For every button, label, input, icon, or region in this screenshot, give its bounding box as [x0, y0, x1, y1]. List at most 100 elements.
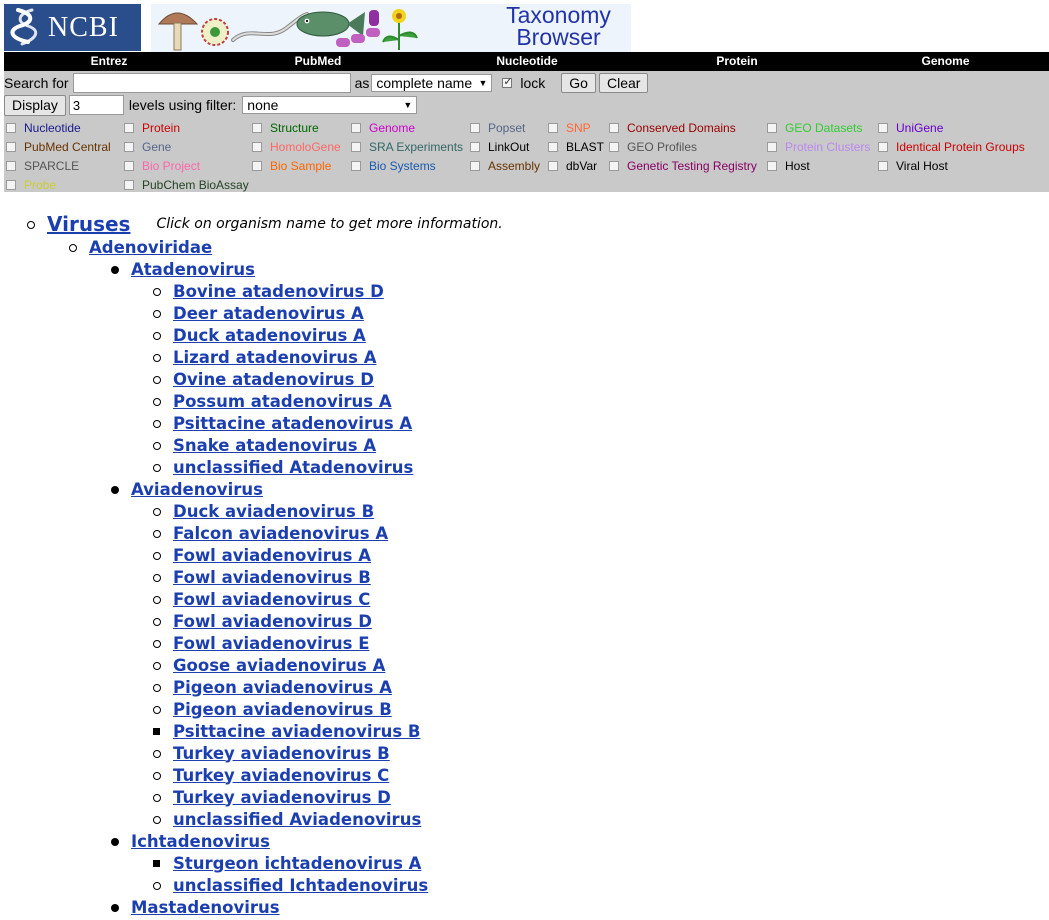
taxon-link[interactable]: Duck atadenovirus A	[173, 326, 366, 345]
filter-checkbox[interactable]	[609, 141, 619, 152]
go-button[interactable]: Go	[561, 73, 596, 93]
nav-pubmed[interactable]: PubMed	[214, 52, 422, 71]
filter-checkbox[interactable]	[548, 122, 558, 133]
filter-nucleotide[interactable]: Nucleotide	[6, 118, 81, 137]
filter-checkbox[interactable]	[124, 179, 134, 190]
filter-host[interactable]: Host	[767, 156, 810, 175]
filter-checkbox[interactable]	[252, 160, 262, 171]
taxon-link[interactable]: Possum atadenovirus A	[173, 392, 392, 411]
filter-sparcle[interactable]: SPARCLE	[6, 156, 79, 175]
filter-bio-project[interactable]: Bio Project	[124, 156, 200, 175]
filter-checkbox[interactable]	[124, 122, 134, 133]
taxon-link[interactable]: Fowl aviadenovirus D	[173, 612, 372, 631]
filter-checkbox[interactable]	[351, 122, 361, 133]
lock-checkbox[interactable]	[502, 75, 513, 88]
levels-input[interactable]	[68, 95, 124, 115]
taxon-link[interactable]: unclassified Atadenovirus	[173, 458, 413, 477]
taxon-link[interactable]: Turkey aviadenovirus D	[173, 788, 391, 807]
filter-checkbox[interactable]	[124, 160, 134, 171]
taxon-link[interactable]: Adenoviridae	[89, 238, 212, 257]
ncbi-logo[interactable]: NCBI	[4, 4, 141, 51]
filter-gene[interactable]: Gene	[124, 137, 171, 156]
filter-unigene[interactable]: UniGene	[878, 118, 943, 137]
taxon-link[interactable]: unclassified Aviadenovirus	[173, 810, 421, 829]
taxon-link[interactable]: Viruses	[47, 212, 130, 236]
search-input[interactable]	[72, 73, 351, 93]
taxon-link[interactable]: Atadenovirus	[131, 260, 255, 279]
taxon-link[interactable]: Ovine atadenovirus D	[173, 370, 374, 389]
taxon-link[interactable]: Fowl aviadenovirus B	[173, 568, 371, 587]
filter-conserved-domains[interactable]: Conserved Domains	[609, 118, 736, 137]
taxon-link[interactable]: Falcon aviadenovirus A	[173, 524, 388, 543]
filter-checkbox[interactable]	[878, 141, 888, 152]
filter-linkout[interactable]: LinkOut	[470, 137, 529, 156]
taxon-link[interactable]: Psittacine atadenovirus A	[173, 414, 412, 433]
taxon-link[interactable]: Ichtadenovirus	[131, 832, 270, 851]
taxon-link[interactable]: Turkey aviadenovirus C	[173, 766, 389, 785]
filter-checkbox[interactable]	[252, 141, 262, 152]
taxon-link[interactable]: Bovine atadenovirus D	[173, 282, 384, 301]
filter-pubchem-bioassay[interactable]: PubChem BioAssay	[124, 175, 249, 194]
filter-checkbox[interactable]	[252, 122, 262, 133]
taxon-link[interactable]: Duck aviadenovirus B	[173, 502, 374, 521]
filter-geo-profiles[interactable]: GEO Profiles	[609, 137, 697, 156]
filter-identical-protein-groups[interactable]: Identical Protein Groups	[878, 137, 1025, 156]
filter-checkbox[interactable]	[6, 160, 16, 171]
filter-geo-datasets[interactable]: GEO Datasets	[767, 118, 862, 137]
filter-checkbox[interactable]	[767, 160, 777, 171]
filter-genetic-testing-registry[interactable]: Genetic Testing Registry	[609, 156, 757, 175]
taxon-link[interactable]: Pigeon aviadenovirus A	[173, 678, 392, 697]
display-button[interactable]: Display	[4, 94, 66, 116]
filter-dbvar[interactable]: dbVar	[548, 156, 597, 175]
filter-pubmed-central[interactable]: PubMed Central	[6, 137, 111, 156]
taxon-link[interactable]: Fowl aviadenovirus A	[173, 546, 371, 565]
filter-checkbox[interactable]	[124, 141, 134, 152]
filter-genome[interactable]: Genome	[351, 118, 415, 137]
clear-button[interactable]: Clear	[598, 73, 649, 93]
filter-structure[interactable]: Structure	[252, 118, 319, 137]
filter-checkbox[interactable]	[767, 122, 777, 133]
nav-protein[interactable]: Protein	[632, 52, 842, 71]
filter-checkbox[interactable]	[470, 160, 480, 171]
filter-homologene[interactable]: HomoloGene	[252, 137, 341, 156]
filter-checkbox[interactable]	[351, 141, 361, 152]
filter-popset[interactable]: Popset	[470, 118, 525, 137]
taxon-link[interactable]: Turkey aviadenovirus B	[173, 744, 390, 763]
taxon-link[interactable]: Deer atadenovirus A	[173, 304, 364, 323]
filter-select[interactable]: none ▼	[242, 96, 418, 114]
filter-blast[interactable]: BLAST	[548, 137, 604, 156]
filter-checkbox[interactable]	[548, 141, 558, 152]
taxon-link[interactable]: Snake atadenovirus A	[173, 436, 376, 455]
nav-genome[interactable]: Genome	[842, 52, 1049, 71]
name-type-select[interactable]: complete name ▼	[371, 74, 493, 92]
filter-probe[interactable]: Probe	[6, 175, 56, 194]
taxon-link[interactable]: Aviadenovirus	[131, 480, 263, 499]
filter-checkbox[interactable]	[6, 179, 16, 190]
taxon-link[interactable]: Lizard atadenovirus A	[173, 348, 376, 367]
filter-assembly[interactable]: Assembly	[470, 156, 540, 175]
filter-bio-systems[interactable]: Bio Systems	[351, 156, 436, 175]
filter-checkbox[interactable]	[351, 160, 361, 171]
filter-checkbox[interactable]	[548, 160, 558, 171]
nav-nucleotide[interactable]: Nucleotide	[422, 52, 632, 71]
filter-checkbox[interactable]	[878, 122, 888, 133]
filter-checkbox[interactable]	[878, 160, 888, 171]
filter-protein[interactable]: Protein	[124, 118, 180, 137]
filter-protein-clusters[interactable]: Protein Clusters	[767, 137, 870, 156]
filter-snp[interactable]: SNP	[548, 118, 591, 137]
taxon-link[interactable]: Psittacine aviadenovirus B	[173, 722, 421, 741]
filter-checkbox[interactable]	[609, 122, 619, 133]
filter-viral-host[interactable]: Viral Host	[878, 156, 948, 175]
filter-checkbox[interactable]	[470, 122, 480, 133]
filter-checkbox[interactable]	[6, 141, 16, 152]
filter-bio-sample[interactable]: Bio Sample	[252, 156, 331, 175]
filter-sra-experiments[interactable]: SRA Experiments	[351, 137, 463, 156]
taxon-link[interactable]: unclassified Ichtadenovirus	[173, 876, 428, 895]
nav-entrez[interactable]: Entrez	[4, 52, 214, 71]
taxon-link[interactable]: Mastadenovirus	[131, 898, 280, 917]
filter-checkbox[interactable]	[767, 141, 777, 152]
taxon-link[interactable]: Fowl aviadenovirus C	[173, 590, 370, 609]
filter-checkbox[interactable]	[470, 141, 480, 152]
filter-checkbox[interactable]	[6, 122, 16, 133]
taxon-link[interactable]: Sturgeon ichtadenovirus A	[173, 854, 421, 873]
